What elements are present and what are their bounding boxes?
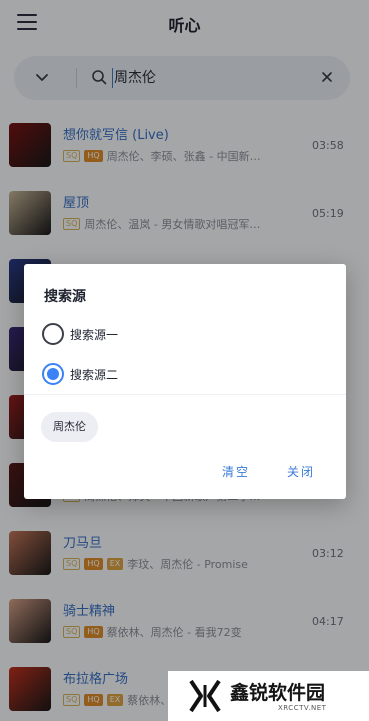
watermark-name: 鑫锐软件园 [230,682,326,704]
radio-option-source-2[interactable]: 搜索源二 [42,363,242,387]
dialog-title: 搜索源 [44,289,86,305]
radio-icon[interactable] [42,363,64,385]
watermark-url: XRCCTV.NET [278,704,327,712]
clear-button[interactable]: 清空 [222,463,250,480]
watermark: 鑫锐软件园 XRCCTV.NET [168,671,369,721]
radio-label: 搜索源一 [70,328,119,342]
close-button[interactable]: 关闭 [287,463,315,480]
logo-icon [189,679,221,713]
radio-icon[interactable] [42,323,64,345]
radio-option-source-1[interactable]: 搜索源一 [42,323,242,347]
search-source-dialog: 搜索源 搜索源一 搜索源二 周杰伦 清空 关闭 [24,264,346,499]
radio-label: 搜索源二 [70,368,119,382]
history-chip[interactable]: 周杰伦 [41,412,98,442]
divider [24,394,346,395]
